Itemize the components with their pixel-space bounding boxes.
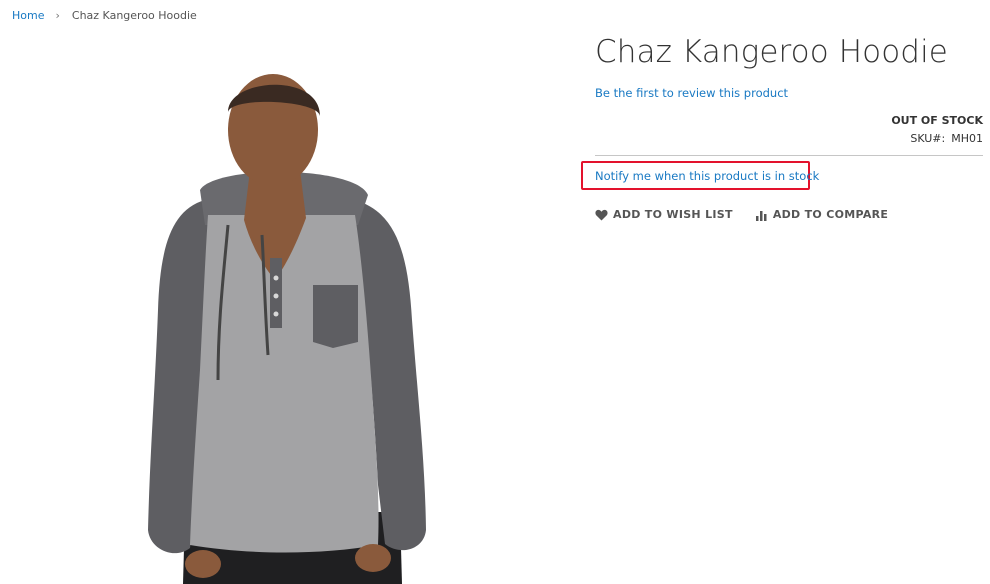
- breadcrumb: Home › Chaz Kangeroo Hoodie: [12, 9, 197, 22]
- notify-stock-link[interactable]: Notify me when this product is in stock: [595, 169, 819, 183]
- divider: [595, 155, 983, 156]
- bar-chart-icon: [755, 209, 768, 221]
- sku-label: SKU#:: [910, 132, 946, 145]
- breadcrumb-current: Chaz Kangeroo Hoodie: [71, 9, 197, 22]
- heart-icon: [595, 209, 608, 221]
- product-sku: SKU#: MH01: [910, 132, 983, 145]
- sku-value: MH01: [951, 132, 983, 145]
- breadcrumb-home-link[interactable]: Home: [12, 9, 44, 22]
- add-to-wishlist-button[interactable]: ADD TO WISH LIST: [595, 208, 733, 221]
- breadcrumb-separator-icon: ›: [55, 9, 60, 22]
- product-social-links: ADD TO WISH LIST ADD TO COMPARE: [595, 208, 888, 221]
- page-title: Chaz Kangeroo Hoodie: [595, 34, 948, 70]
- add-to-compare-button[interactable]: ADD TO COMPARE: [755, 208, 888, 221]
- review-link[interactable]: Be the first to review this product: [595, 86, 788, 100]
- wishlist-label: ADD TO WISH LIST: [613, 208, 733, 221]
- product-image[interactable]: [0, 30, 575, 584]
- product-page: Home › Chaz Kangeroo Hoodie Chaz Kangero…: [0, 0, 990, 584]
- product-photo: [148, 74, 426, 584]
- stock-status: OUT OF STOCK: [891, 114, 983, 127]
- compare-label: ADD TO COMPARE: [772, 208, 889, 221]
